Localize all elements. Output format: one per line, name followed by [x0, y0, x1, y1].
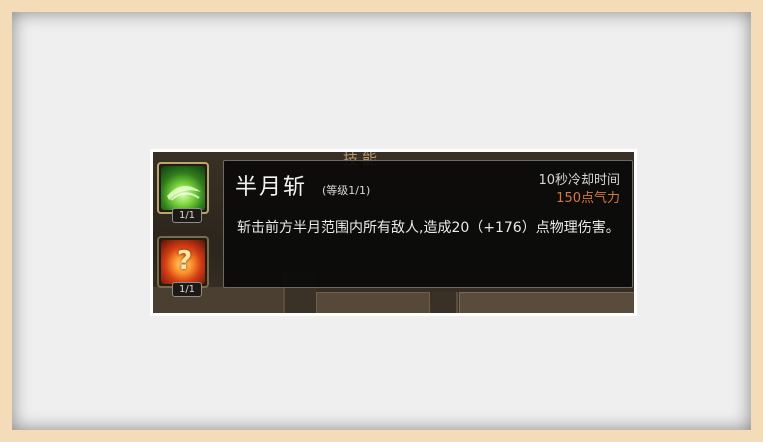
locked-fire-skill-icon: ?	[161, 240, 205, 284]
picture-frame: 技能 1/1 ? 1/1	[12, 12, 751, 430]
skill-cooldown: 10秒冷却时间	[538, 173, 620, 188]
skill-name: 半月斩	[235, 175, 308, 200]
skill-count-badge: 1/1	[172, 208, 202, 223]
game-ui: 技能 1/1 ? 1/1	[153, 152, 634, 313]
background-slot	[316, 292, 430, 313]
screenshot: 技能 1/1 ? 1/1	[150, 149, 637, 316]
question-mark-icon: ?	[177, 246, 193, 276]
skill-level: (等级1/1)	[322, 184, 371, 197]
skill-count-badge: 1/1	[172, 282, 202, 297]
background-divider	[431, 292, 458, 313]
skill-cost: 150点气力	[556, 191, 620, 206]
crescent-slash-icon	[161, 166, 205, 210]
background-slot	[459, 292, 634, 313]
skill-slot-locked[interactable]: ? 1/1	[157, 236, 209, 297]
skill-tooltip: 半月斩 (等级1/1) 10秒冷却时间 150点气力 斩击前方半月范围内所有敌人…	[223, 160, 633, 288]
skill-description: 斩击前方半月范围内所有敌人,造成20（+176）点物理伤害。	[237, 220, 620, 236]
skill-slot-crescent-slash[interactable]: 1/1	[157, 162, 209, 223]
